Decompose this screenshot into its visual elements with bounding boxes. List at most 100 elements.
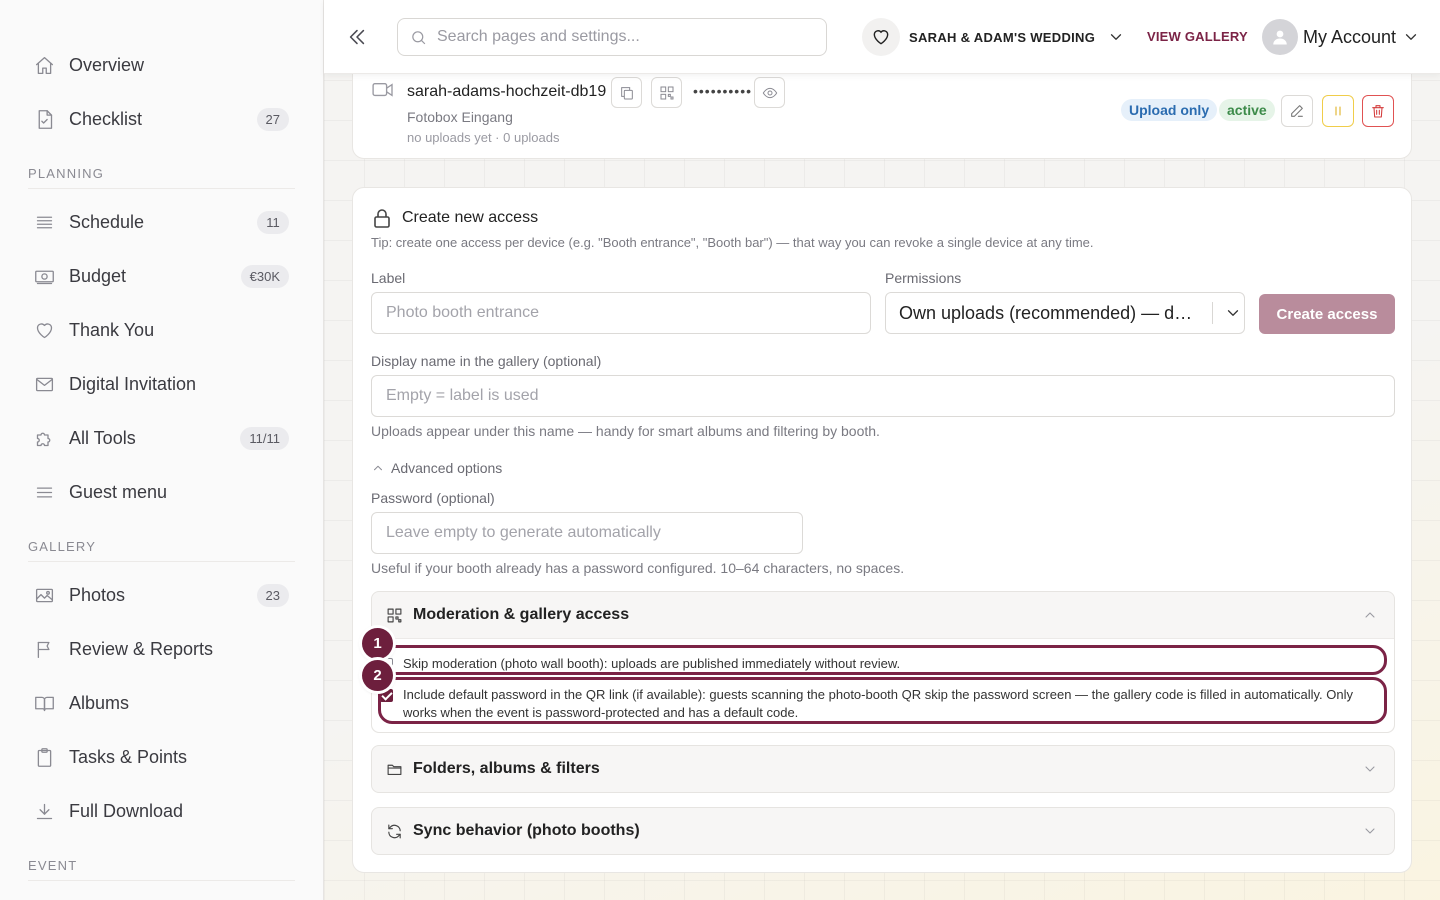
sidebar-item-budget[interactable]: Budget €30K: [0, 249, 323, 303]
step-marker-1: 1: [362, 628, 393, 659]
sidebar-item-label: Checklist: [69, 108, 143, 129]
skip-moderation-option[interactable]: Skip moderation (photo wall booth): uplo…: [380, 655, 1360, 673]
heart-icon: [862, 18, 900, 56]
advanced-options-label: Advanced options: [391, 460, 503, 476]
count-badge: 27: [256, 107, 289, 131]
sidebar-item-label: Budget: [69, 265, 127, 286]
image-icon: [33, 584, 55, 606]
avatar: [1262, 19, 1298, 55]
sidebar-item-guest-menu[interactable]: Guest menu: [0, 465, 323, 519]
sidebar: Overview Checklist 27 PLANNING Schedule …: [0, 0, 324, 900]
select-separator: [1212, 302, 1213, 324]
chevron-up-icon[interactable]: [1362, 607, 1378, 623]
double-chevron-left-icon: [349, 29, 365, 45]
camera-icon: [372, 81, 394, 99]
status-badge: active: [1219, 99, 1275, 121]
sidebar-item-review-reports[interactable]: Review & Reports: [0, 622, 323, 676]
lock-icon: [373, 208, 391, 228]
puzzle-icon: [33, 427, 55, 449]
password-input[interactable]: [371, 512, 803, 554]
book-icon: [33, 692, 55, 714]
collapse-sidebar-button[interactable]: [346, 26, 368, 48]
folders-accordion[interactable]: Folders, albums & filters: [371, 745, 1395, 793]
sidebar-item-label: Review & Reports: [69, 638, 214, 659]
advanced-options-toggle[interactable]: Advanced options: [371, 460, 502, 476]
moderation-accordion: Moderation & gallery access Skip moderat…: [371, 591, 1395, 733]
sidebar-item-label: Schedule: [69, 211, 145, 232]
moderation-accordion-header[interactable]: Moderation & gallery access: [386, 592, 629, 638]
qr-code-button[interactable]: [651, 77, 682, 108]
chevron-down-icon[interactable]: [1362, 761, 1378, 777]
sidebar-item-overview[interactable]: Overview: [0, 38, 323, 92]
device-name: sarah-adams-hochzeit-db19: [407, 83, 607, 100]
user-icon: [1273, 30, 1287, 45]
schedule-icon: [33, 211, 55, 233]
device-upload-status: no uploads yet · 0 uploads: [407, 130, 560, 145]
account-menu[interactable]: My Account: [1262, 18, 1420, 56]
permissions-label: Permissions: [885, 270, 962, 286]
search-input[interactable]: [437, 28, 797, 46]
chevron-down-icon[interactable]: [1362, 823, 1378, 839]
sidebar-item-schedule[interactable]: Schedule 11: [0, 195, 323, 249]
label-input[interactable]: [371, 292, 871, 334]
folders-title: Folders, albums & filters: [413, 760, 600, 777]
qr-code-icon: [387, 608, 402, 622]
count-badge: €30K: [240, 264, 289, 288]
checklist-icon: [33, 108, 55, 130]
chevron-down-icon: [1224, 304, 1242, 322]
sidebar-item-tasks-points[interactable]: Tasks & Points: [0, 730, 323, 784]
sidebar-item-digital-invitation[interactable]: Digital Invitation: [0, 357, 323, 411]
folders-accordion-header[interactable]: Folders, albums & filters: [386, 746, 600, 792]
show-password-button[interactable]: [754, 77, 785, 108]
qr-password-label: Include default password in the QR link …: [403, 687, 1353, 720]
create-access-card: Create new access Tip: create one access…: [352, 187, 1412, 873]
sidebar-item-all-tools[interactable]: All Tools 11/11: [0, 411, 323, 465]
sidebar-item-albums[interactable]: Albums: [0, 676, 323, 730]
delete-button[interactable]: [1362, 95, 1394, 127]
sidebar-item-photos[interactable]: Photos 23: [0, 568, 323, 622]
home-icon: [33, 54, 55, 76]
section-title-event: EVENT: [28, 858, 295, 881]
sidebar-item-label: Photos: [69, 584, 126, 605]
sidebar-item-label: Thank You: [69, 319, 155, 340]
event-selector[interactable]: SARAH & ADAM'S WEDDING: [862, 18, 1125, 56]
sidebar-item-label: Digital Invitation: [69, 373, 197, 394]
edit-button[interactable]: [1281, 95, 1313, 127]
menu-icon: [33, 481, 55, 503]
trash-icon: [1372, 105, 1384, 118]
create-access-button[interactable]: Create access: [1259, 294, 1395, 334]
mode-badge: Upload only: [1121, 99, 1218, 121]
money-icon: [33, 265, 55, 287]
event-name: SARAH & ADAM'S WEDDING: [909, 29, 1096, 45]
qr-password-option[interactable]: Include default password in the QR link …: [380, 686, 1360, 722]
view-gallery-link[interactable]: VIEW GALLERY: [1147, 29, 1248, 44]
account-label: My Account: [1303, 26, 1397, 47]
search-box[interactable]: [397, 18, 827, 56]
pencil-icon: [1291, 105, 1303, 117]
sync-accordion[interactable]: Sync behavior (photo booths): [371, 807, 1395, 855]
copy-button[interactable]: [611, 77, 642, 108]
sidebar-item-label: Guest menu: [69, 481, 168, 502]
sidebar-item-full-download[interactable]: Full Download: [0, 784, 323, 838]
refresh-icon: [388, 824, 401, 838]
qr-password-checkbox[interactable]: [380, 689, 393, 702]
flag-icon: [33, 638, 55, 660]
count-badge: 11: [257, 210, 289, 234]
skip-moderation-label: Skip moderation (photo wall booth): uplo…: [403, 656, 901, 671]
topbar: SARAH & ADAM'S WEDDING VIEW GALLERY My A…: [324, 0, 1440, 74]
sidebar-item-checklist[interactable]: Checklist 27: [0, 92, 323, 146]
sidebar-item-thank-you[interactable]: Thank You: [0, 303, 323, 357]
sidebar-item-label: All Tools: [69, 427, 136, 448]
permissions-select[interactable]: Own uploads (recommended) — default: [885, 292, 1245, 334]
heart-icon: [33, 319, 55, 341]
password-mask: ••••••••••: [693, 83, 753, 99]
count-badge: 11/11: [240, 426, 289, 450]
copy-icon: [620, 86, 633, 99]
display-name-input[interactable]: [371, 375, 1395, 417]
password-help: Useful if your booth already has a passw…: [371, 560, 905, 576]
display-name-label: Display name in the gallery (optional): [371, 353, 602, 369]
pause-button[interactable]: [1322, 95, 1354, 127]
sync-accordion-header[interactable]: Sync behavior (photo booths): [386, 808, 640, 854]
folder-icon: [387, 764, 402, 775]
device-location: Fotobox Eingang: [407, 109, 513, 125]
